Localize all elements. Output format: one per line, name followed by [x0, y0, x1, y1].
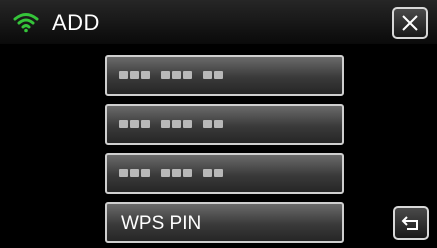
return-arrow-icon [401, 216, 418, 230]
close-button[interactable] [392, 7, 428, 39]
close-icon [402, 15, 418, 31]
masked-network-name [119, 71, 225, 81]
network-list-item-1[interactable] [105, 55, 344, 96]
page-title: ADD [52, 10, 100, 35]
masked-network-name [119, 169, 225, 179]
back-button[interactable] [393, 206, 429, 240]
wps-pin-button[interactable]: WPS PIN [105, 202, 344, 243]
masked-network-name [119, 120, 225, 130]
wifi-icon [13, 13, 39, 33]
network-list-item-2[interactable] [105, 104, 344, 145]
wps-pin-label: WPS PIN [121, 213, 202, 234]
header-bar: ADD [0, 0, 437, 44]
network-list-item-3[interactable] [105, 153, 344, 194]
